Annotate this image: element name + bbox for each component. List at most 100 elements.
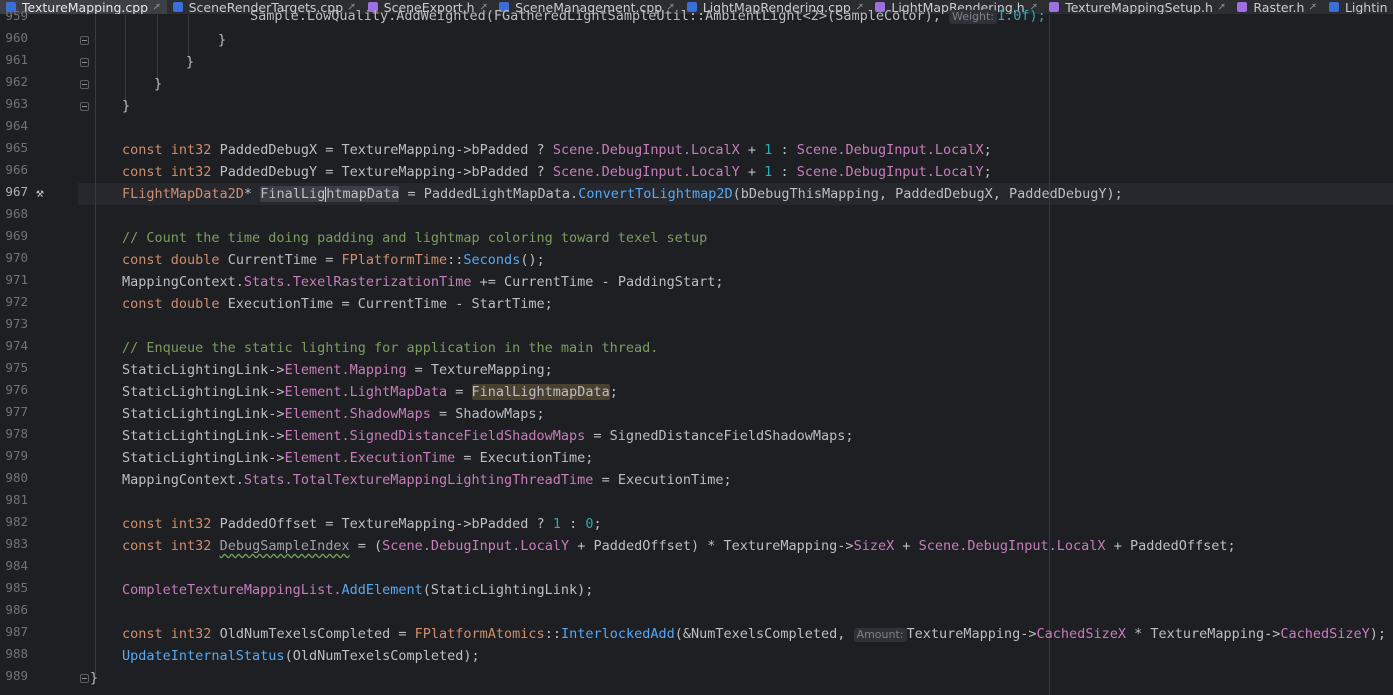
code-text: = ShadowMaps; xyxy=(430,406,545,422)
tab-lightin[interactable]: Lightin xyxy=(1323,0,1393,14)
indent-guide xyxy=(157,15,158,81)
code-line-967[interactable]: FLightMapData2D* FinalLightmapData = Pad… xyxy=(122,183,1123,205)
code-text: (StaticLightingLink); xyxy=(422,582,594,598)
fold-marker[interactable] xyxy=(80,58,89,67)
cpp-file-icon xyxy=(1328,2,1339,12)
code-text: PaddedOffset = TextureMapping->bPadded ? xyxy=(219,516,553,532)
keyword: const xyxy=(122,626,171,642)
indent-guide xyxy=(95,15,96,675)
member: SignedDistanceFieldShadowMaps xyxy=(349,428,586,444)
line-number: 978 xyxy=(5,426,28,441)
member: ExecutionTime xyxy=(349,450,456,466)
param-hint-amount: Amount: xyxy=(853,628,907,642)
member: Scene. xyxy=(796,164,846,180)
tab-texturemappingsetup-h[interactable]: TextureMappingSetup.h † xyxy=(1043,0,1231,14)
code-text: ); xyxy=(1369,626,1387,642)
line-number: 983 xyxy=(5,536,28,551)
code-text: = ExecutionTime; xyxy=(593,472,732,488)
fold-marker[interactable] xyxy=(80,102,89,111)
member: ShadowMaps xyxy=(349,406,431,422)
code-text: + PaddedOffset) * TextureMapping-> xyxy=(569,538,854,554)
pin-icon[interactable]: † xyxy=(1216,2,1226,12)
keyword: int32 xyxy=(170,142,220,158)
code-editor[interactable]: 959 960 961 962 963 964 965 966 967 968 969 970 971 9… xyxy=(0,8,1393,695)
code-text: 1.0f); xyxy=(997,8,1046,24)
line-number: 971 xyxy=(5,272,28,287)
pin-icon[interactable]: † xyxy=(1308,2,1318,12)
member: LocalY xyxy=(934,164,984,180)
line-number: 989 xyxy=(5,668,28,683)
code-line-962: } xyxy=(154,76,163,92)
unused-variable: DebugSampleIndex xyxy=(219,538,350,554)
code-line-966: const int32 PaddedDebugY = TextureMappin… xyxy=(122,161,992,183)
line-number: 979 xyxy=(5,448,28,463)
member: DebugInput. xyxy=(430,538,521,554)
line-number: 981 xyxy=(5,492,28,507)
code-text: : xyxy=(772,142,797,158)
line-number: 972 xyxy=(5,294,28,309)
code-text: OldNumTexelsCompleted = xyxy=(219,626,415,642)
line-number: 980 xyxy=(5,470,28,485)
member: Stats. xyxy=(243,274,293,290)
line-number: 969 xyxy=(5,228,28,243)
code-text: * TextureMapping-> xyxy=(1125,626,1281,642)
line-number: 967 xyxy=(5,184,28,199)
code-text: = xyxy=(447,384,472,400)
hammer-icon[interactable]: ⚒ xyxy=(36,183,44,205)
member: DebugInput. xyxy=(845,142,935,158)
code-text: CompleteTextureMappingList. xyxy=(122,582,342,598)
pin-icon[interactable]: † xyxy=(151,2,161,12)
indent-guide xyxy=(125,15,126,103)
code-text: ExecutionTime = CurrentTime - StartTime; xyxy=(227,296,553,312)
member: Scene. xyxy=(796,142,846,158)
line-number: 961 xyxy=(5,52,28,67)
code-text: + xyxy=(739,142,765,158)
member: Stats. xyxy=(243,472,293,488)
code-line-977: StaticLightingLink->Element.ShadowMaps =… xyxy=(122,403,545,425)
fold-marker[interactable] xyxy=(80,36,89,45)
code-text: StaticLightingLink-> xyxy=(122,406,285,422)
code-text: :: xyxy=(447,252,464,268)
code-text: FinalLig xyxy=(260,186,326,202)
code-text: htmapData xyxy=(326,186,400,202)
function-name: Seconds xyxy=(463,252,521,268)
tab-raster-h[interactable]: Raster.h † xyxy=(1231,0,1323,14)
line-number: 970 xyxy=(5,250,28,265)
code-line-972: const double ExecutionTime = CurrentTime… xyxy=(122,293,553,315)
keyword: int32 xyxy=(170,626,220,642)
code-line-959: Sample.LowQuality.AddWeighted(FGatheredL… xyxy=(250,5,1046,27)
code-text: = ( xyxy=(349,538,383,554)
line-number: 960 xyxy=(5,30,28,45)
code-line-987: const int32 OldNumTexelsCompleted = FPla… xyxy=(122,623,1386,645)
code-text: ; xyxy=(593,516,602,532)
fold-marker[interactable] xyxy=(80,674,89,683)
line-number: 962 xyxy=(5,74,28,89)
member: DebugInput. xyxy=(601,142,691,158)
type-name: FPlatformTime xyxy=(341,252,448,268)
line-number: 974 xyxy=(5,338,28,353)
right-margin-guide xyxy=(1049,15,1050,695)
line-number: 988 xyxy=(5,646,28,661)
line-number: 963 xyxy=(5,96,28,111)
code-text: StaticLightingLink-> xyxy=(122,450,285,466)
code-line-982: const int32 PaddedOffset = TextureMappin… xyxy=(122,513,602,535)
fold-marker[interactable] xyxy=(80,80,89,89)
line-number: 976 xyxy=(5,382,28,397)
code-line-983: const int32 DebugSampleIndex = (Scene.De… xyxy=(122,535,1236,557)
member: LocalY xyxy=(520,538,570,554)
code-text: (&NumTexelsCompleted, xyxy=(674,626,854,642)
keyword: const xyxy=(122,516,171,532)
line-number: 977 xyxy=(5,404,28,419)
line-number: 968 xyxy=(5,206,28,221)
member: LocalX xyxy=(691,142,740,158)
keyword: const xyxy=(122,538,171,554)
keyword: int32 xyxy=(170,164,220,180)
code-text: MappingContext. xyxy=(122,472,244,488)
code-text: :: xyxy=(544,626,561,642)
code-line-980: MappingContext.Stats.TotalTextureMapping… xyxy=(122,469,732,491)
code-text: (bDebugThisMapping, PaddedDebugX, Padded… xyxy=(732,186,1123,202)
line-number: 984 xyxy=(5,558,28,573)
type-name: FPlatformAtomics xyxy=(414,626,545,642)
member: Mapping xyxy=(349,362,407,378)
code-text: = SignedDistanceFieldShadowMaps; xyxy=(585,428,854,444)
